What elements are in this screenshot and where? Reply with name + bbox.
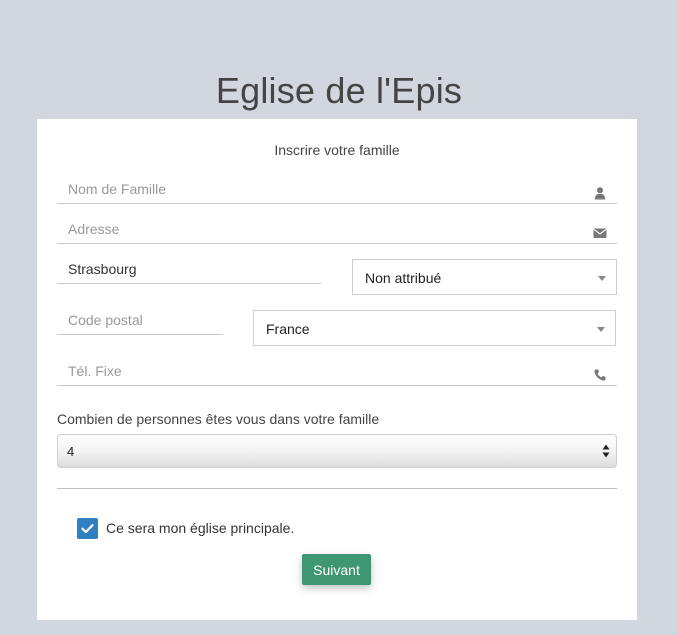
family-name-input[interactable] [57,177,588,201]
chevron-down-icon [598,276,606,281]
chevron-down-icon [597,327,605,332]
city-input[interactable] [57,257,292,281]
updown-arrows-icon [602,443,610,459]
family-size-select[interactable]: 4 [57,434,617,468]
city-field [57,257,321,284]
main-church-checkbox[interactable] [77,518,98,539]
address-field [57,217,617,244]
address-input[interactable] [57,217,588,241]
postal-code-input[interactable] [57,308,194,332]
family-name-field [57,177,617,204]
next-button[interactable]: Suivant [302,554,371,585]
page-title: Eglise de l'Epis [215,70,463,112]
envelope-icon [593,226,607,240]
family-size-value: 4 [67,444,75,459]
country-select[interactable]: France [253,310,616,346]
registration-card: Inscrire votre famille Non attribué [37,119,637,620]
phone-icon [593,368,607,382]
form-subtitle: Inscrire votre famille [274,142,400,158]
phone-input[interactable] [57,359,588,383]
phone-field [57,359,617,386]
user-icon [593,186,607,200]
divider [57,488,617,489]
postal-code-field [57,308,223,335]
family-size-label: Combien de personnes êtes vous dans votr… [57,411,380,427]
region-select-value: Non attribué [365,270,442,286]
checkmark-icon [81,524,94,534]
region-select[interactable]: Non attribué [352,259,617,295]
main-church-label[interactable]: Ce sera mon église principale. [106,520,294,536]
country-select-value: France [266,321,310,337]
